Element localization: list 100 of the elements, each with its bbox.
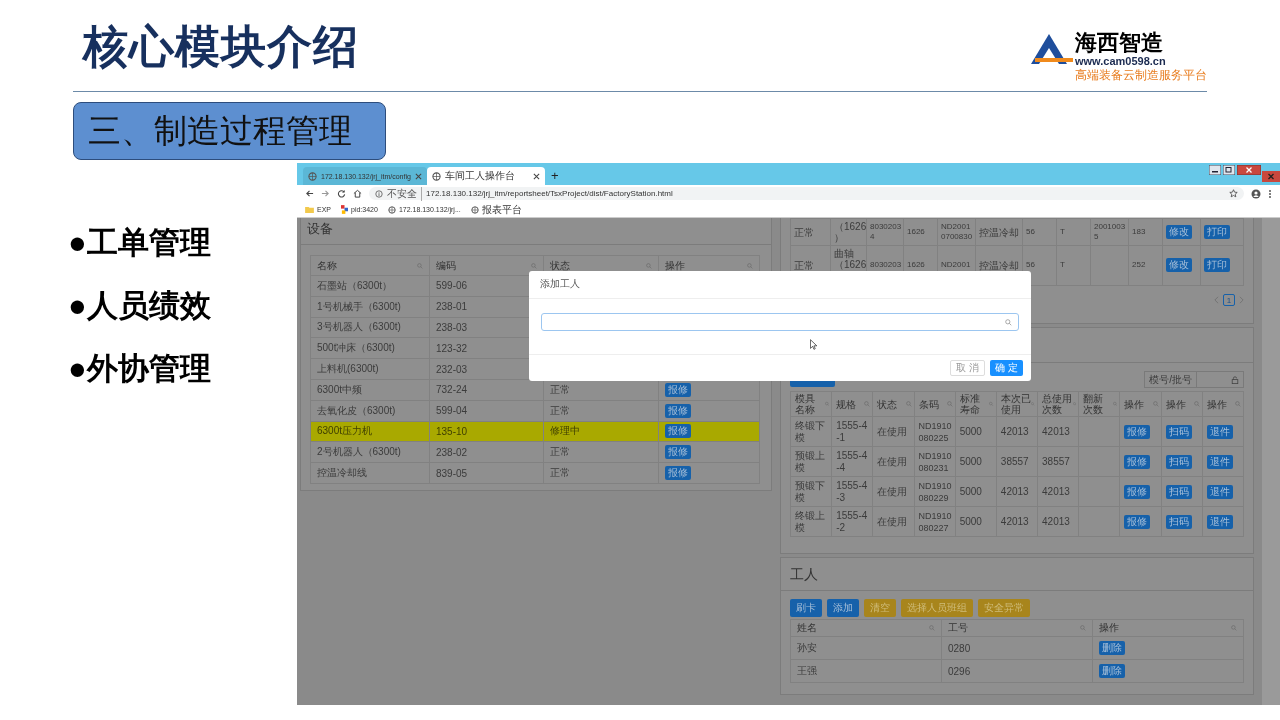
toolbar-button[interactable]: 添加 bbox=[827, 599, 859, 617]
search-icon[interactable] bbox=[531, 262, 538, 269]
action-button[interactable]: 报修 bbox=[1124, 424, 1151, 439]
minimize-icon[interactable] bbox=[1209, 165, 1221, 175]
dialog-button[interactable]: 确 定 bbox=[990, 360, 1023, 376]
search-icon[interactable] bbox=[417, 262, 423, 269]
scrollbar[interactable] bbox=[1262, 218, 1280, 705]
globe-icon bbox=[470, 205, 479, 214]
close-icon[interactable] bbox=[414, 172, 422, 180]
action-button[interactable]: 扫码 bbox=[1165, 454, 1192, 469]
table-cell: ND1910080229 bbox=[914, 476, 956, 507]
action-button[interactable]: 扫码 bbox=[1165, 514, 1192, 529]
bullet-item: ●外协管理 bbox=[68, 351, 212, 387]
toolbar-button[interactable]: 刷卡 bbox=[790, 599, 822, 617]
table-cell: 1555-4-1 bbox=[831, 416, 873, 447]
table-cell: 42013 bbox=[996, 416, 1038, 447]
action-button[interactable]: 退件 bbox=[1206, 454, 1233, 469]
bullet-item: ●人员绩效 bbox=[68, 288, 212, 324]
table-cell: 42013 bbox=[996, 506, 1038, 537]
table-cell: 6300t中频 bbox=[310, 379, 430, 401]
table-cell: 石墨站（6300t） bbox=[310, 275, 430, 297]
action-button[interactable]: 报修 bbox=[1124, 454, 1151, 469]
table-cell: 0296 bbox=[941, 659, 1093, 683]
delete-button[interactable]: 删除 bbox=[1099, 641, 1125, 655]
table-cell: 1555-4-3 bbox=[831, 476, 873, 507]
action-button[interactable]: 修改 bbox=[1166, 258, 1192, 272]
table-cell: 42013 bbox=[1037, 476, 1079, 507]
search-icon[interactable] bbox=[1152, 401, 1159, 407]
action-button[interactable]: 退件 bbox=[1206, 514, 1233, 529]
chevron-right-icon[interactable] bbox=[1239, 296, 1244, 304]
table-cell: 正常 bbox=[543, 462, 659, 484]
new-tab-button[interactable]: + bbox=[544, 167, 565, 185]
search-icon[interactable] bbox=[905, 401, 912, 407]
action-button[interactable]: 退件 bbox=[1206, 484, 1233, 499]
toolbar-button[interactable]: 安全异常 bbox=[978, 599, 1030, 617]
action-button[interactable]: 扫码 bbox=[1165, 424, 1192, 439]
forward-icon[interactable] bbox=[321, 189, 330, 198]
search-icon[interactable] bbox=[1193, 401, 1200, 407]
repair-button[interactable]: 报修 bbox=[664, 403, 691, 418]
table-cell: ND1910080231 bbox=[914, 446, 956, 477]
toolbar-button[interactable]: 选择人员班组 bbox=[901, 599, 973, 617]
table-cell: 终锻下模 bbox=[790, 416, 832, 447]
search-icon[interactable] bbox=[946, 401, 953, 407]
info-icon[interactable] bbox=[375, 189, 383, 198]
table-cell: （1626 ） bbox=[830, 218, 867, 246]
table-cell: 5000 bbox=[955, 446, 997, 477]
action-button[interactable]: 打印 bbox=[1204, 258, 1230, 272]
menu-icon[interactable] bbox=[1268, 188, 1272, 199]
search-icon[interactable] bbox=[645, 262, 652, 269]
home-icon[interactable] bbox=[353, 189, 362, 198]
action-button[interactable]: 打印 bbox=[1204, 225, 1230, 239]
search-icon[interactable] bbox=[1005, 318, 1012, 326]
page-button[interactable]: 1 bbox=[1223, 294, 1235, 306]
search-icon[interactable] bbox=[929, 625, 935, 631]
action-button[interactable]: 修改 bbox=[1166, 225, 1192, 239]
column-header: 规格 bbox=[836, 398, 857, 410]
panel-title: 设备 bbox=[301, 218, 771, 245]
account-icon[interactable] bbox=[1251, 188, 1261, 199]
lock-icon[interactable] bbox=[1231, 375, 1239, 384]
column-header: 模具名称 bbox=[795, 393, 816, 415]
search-icon[interactable] bbox=[864, 401, 871, 407]
table-cell: 预锻下模 bbox=[790, 476, 832, 507]
column-header: 本次已使用 bbox=[1000, 393, 1032, 415]
search-icon[interactable] bbox=[747, 262, 753, 269]
action-button[interactable]: 报修 bbox=[1124, 484, 1151, 499]
globe-icon bbox=[387, 205, 396, 214]
reload-icon[interactable] bbox=[337, 189, 346, 198]
delete-button[interactable]: 删除 bbox=[1099, 664, 1125, 678]
close-icon[interactable] bbox=[532, 172, 540, 180]
bookmark[interactable]: 报表平台 bbox=[470, 202, 522, 217]
browser-tab[interactable]: 车间工人操作台 bbox=[426, 167, 545, 185]
table-cell: 5000 bbox=[955, 476, 997, 507]
search-field[interactable] bbox=[541, 313, 1019, 331]
table-cell: 0280 bbox=[941, 636, 1093, 660]
table-cell: 42013 bbox=[1037, 416, 1079, 447]
repair-button[interactable]: 报修 bbox=[664, 445, 691, 460]
search-icon[interactable] bbox=[1231, 625, 1237, 631]
close-icon[interactable] bbox=[1237, 165, 1261, 175]
table-cell: 在使用 bbox=[872, 476, 914, 507]
search-icon[interactable] bbox=[1235, 401, 1241, 407]
table-cell: 在使用 bbox=[872, 506, 914, 537]
filter-field[interactable]: 模号/批号 bbox=[1144, 371, 1244, 388]
repair-button[interactable]: 报修 bbox=[664, 466, 691, 481]
back-icon[interactable] bbox=[305, 189, 314, 198]
dialog-button[interactable]: 取 消 bbox=[950, 360, 986, 376]
table-cell: ND2001 0700830 bbox=[937, 218, 976, 246]
action-button[interactable]: 报修 bbox=[1124, 514, 1151, 529]
address-url[interactable]: 172.18.130.132/jrj_itm/reportsheet/TsxProject/dist/FactoryStation.html bbox=[426, 189, 1225, 198]
search-icon[interactable] bbox=[1080, 625, 1086, 631]
section-label: 三、制造过程管理 bbox=[73, 102, 386, 160]
restore-icon[interactable] bbox=[1223, 165, 1235, 175]
chevron-left-icon[interactable] bbox=[1214, 296, 1219, 304]
repair-button[interactable]: 报修 bbox=[664, 382, 691, 397]
repair-button[interactable]: 报修 bbox=[664, 424, 691, 439]
cursor-icon bbox=[810, 339, 817, 350]
action-button[interactable]: 退件 bbox=[1206, 424, 1233, 439]
action-button[interactable]: 扫码 bbox=[1165, 484, 1192, 499]
toolbar-button[interactable]: 清空 bbox=[864, 599, 896, 617]
star-icon[interactable] bbox=[1229, 189, 1238, 198]
logo-tagline: 高端装备云制造服务平台 bbox=[1075, 67, 1207, 83]
